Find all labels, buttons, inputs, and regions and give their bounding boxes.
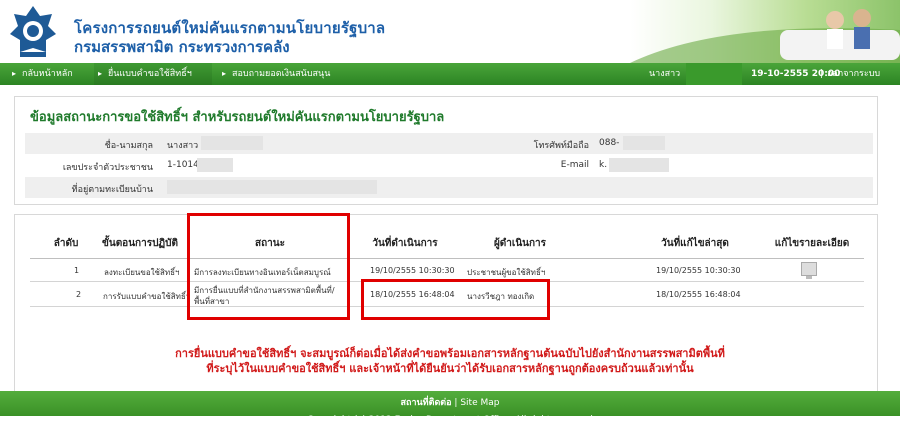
contact-link[interactable]: สถานที่ติดต่อ <box>401 398 452 408</box>
edit-details-monitor-icon[interactable] <box>801 262 817 279</box>
page-title: ข้อมูลสถานะการขอใช้สิทธิ์ฯ สำหรับรถยนต์ใ… <box>30 110 445 125</box>
chevron-right-icon: ▸ <box>12 69 17 78</box>
info-row-address: ที่อยู่ตามทะเบียนบ้าน <box>25 177 873 198</box>
id-redacted <box>197 158 233 172</box>
name-value: นางสาว <box>167 141 199 151</box>
nav-separator: | <box>820 69 824 79</box>
nav-item-check-balance[interactable]: ▸ สอบถามยอดเงินสนับสนุน <box>218 63 352 85</box>
logged-in-user: นางสาว <box>649 69 681 79</box>
site-header: โครงการรถยนต์ใหม่คันแรกตามนโยบายรัฐบาล ก… <box>0 0 900 63</box>
row-updated: 18/10/2555 16:48:04 <box>656 290 741 299</box>
main-nav-bar: ▸ กลับหน้าหลัก ▸ ยื่นแบบคำขอใช้สิทธิ์ฯ ▸… <box>0 63 900 85</box>
copyright-text: Copyright (c) 2012 Excise Department Off… <box>307 415 593 425</box>
site-title-line2: กรมสรรพสามิต กระทรวงการคลัง <box>74 38 290 56</box>
phone-redacted <box>623 136 665 150</box>
row-operator: ประชาชนผู้ขอใช้สิทธิ์ฯ <box>467 268 546 277</box>
header-banner-image <box>630 0 900 63</box>
name-label: ชื่อ-นามสกุล <box>104 141 153 151</box>
col-header-no: ลำดับ <box>53 238 79 249</box>
chevron-right-icon: ▸ <box>98 69 103 78</box>
operator-highlight-box <box>361 279 550 320</box>
phone-label: โทรศัพท์มือถือ <box>533 141 589 151</box>
address-label: ที่อยู่ตามทะเบียนบ้าน <box>71 185 153 195</box>
phone-value: 088- <box>599 138 620 148</box>
logout-link[interactable]: ออกจากระบบ <box>827 63 880 85</box>
table-header-divider <box>30 258 864 259</box>
email-redacted <box>609 158 669 172</box>
info-row-id: เลขประจำตัวประชาชน 1-1014- E-mail k. <box>25 155 873 176</box>
applicant-info-panel: ข้อมูลสถานะการขอใช้สิทธิ์ฯ สำหรับรถยนต์ใ… <box>14 96 878 205</box>
row-number: 1 <box>74 266 80 275</box>
row-updated: 19/10/2555 10:30:30 <box>656 266 741 275</box>
row-step: ลงทะเบียนขอใช้สิทธิ์ฯ <box>104 268 180 277</box>
chevron-right-icon: ▸ <box>222 69 227 78</box>
user-name-redacted <box>686 63 742 85</box>
col-header-operator: ผู้ดำเนินการ <box>493 238 547 249</box>
sitemap-link[interactable]: Site Map <box>460 398 499 408</box>
col-header-step: ขั้นตอนการปฏิบัติ <box>102 238 178 249</box>
address-redacted <box>167 180 377 194</box>
row-number: 2 <box>76 290 82 299</box>
status-highlight-box <box>187 213 350 320</box>
col-header-updated: วันที่แก้ไขล่าสุด <box>661 238 729 249</box>
id-label: เลขประจำตัวประชาชน <box>62 163 153 173</box>
name-redacted <box>201 136 263 150</box>
site-footer: สถานที่ติดต่อ | Site Map Copyright (c) 2… <box>0 391 900 425</box>
excise-seal-logo <box>10 6 56 57</box>
nav-item-submit-form[interactable]: ▸ ยื่นแบบคำขอใช้สิทธิ์ฯ <box>94 63 212 85</box>
email-label: E-mail <box>560 160 589 170</box>
row-date: 19/10/2555 10:30:30 <box>370 266 455 275</box>
col-header-date: วันที่ดำเนินการ <box>372 238 438 249</box>
nav-item-home-label: กลับหน้าหลัก <box>22 69 73 79</box>
nav-item-submit-form-label: ยื่นแบบคำขอใช้สิทธิ์ฯ <box>108 69 192 79</box>
nav-item-home[interactable]: ▸ กลับหน้าหลัก <box>8 63 86 85</box>
email-value: k. <box>599 160 608 170</box>
col-header-edit: แก้ไขรายละเอียด <box>774 238 850 249</box>
nav-item-check-balance-label: สอบถามยอดเงินสนับสนุน <box>232 69 331 79</box>
info-row-name: ชื่อ-นามสกุล นางสาว โทรศัพท์มือถือ 088- <box>25 133 873 154</box>
row-step: การรับแบบคำขอใช้สิทธิ์ฯ <box>103 292 191 301</box>
notice-line2: ที่ระบุไว้ในแบบคำขอใช้สิทธิ์ฯ และเจ้าหน้… <box>206 362 694 375</box>
